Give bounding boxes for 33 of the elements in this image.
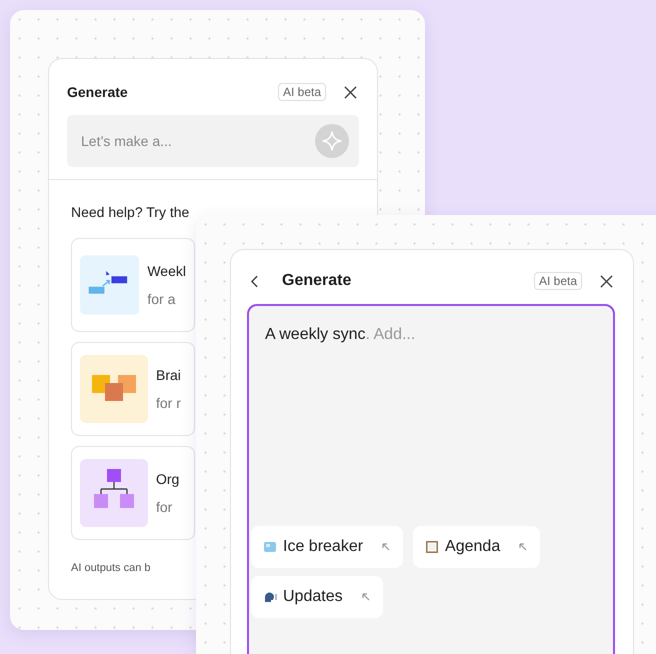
panel-title: Generate [282,272,352,290]
template-card[interactable]: Weekl for a [71,238,195,332]
arrow-icon [518,542,528,552]
beta-badge: AI beta [278,83,326,101]
template-card[interactable]: Org for [71,446,195,540]
panel-title: Generate [67,84,129,100]
clipboard-icon [425,540,440,554]
template-title: Org [156,471,180,487]
prompt-text: A weekly sync [265,326,366,343]
template-description: for [156,499,174,515]
suggestion-chip[interactable]: Ice breaker [251,526,404,568]
suggestion-chip[interactable]: Agenda [413,526,540,568]
arrow-icon [360,592,371,602]
prompt-field[interactable]: Let’s make a... [67,115,359,167]
template-title: Weekl [147,263,186,279]
org-chart-icon [80,459,148,527]
speaking-head-icon [263,590,277,604]
prompt-placeholder: . Add... [365,326,416,343]
back-icon[interactable] [251,274,258,288]
template-card[interactable]: Brai for r [71,342,195,436]
template-description: for r [156,395,181,411]
disclaimer-text: AI outputs can b [71,562,152,574]
beta-badge: AI beta [534,272,582,290]
help-heading: Need help? Try the [71,204,190,220]
sticky-notes-icon [80,355,148,423]
suggestion-chip[interactable]: Updates [251,576,383,618]
template-title: Brai [156,367,181,383]
arrow-icon [381,542,392,552]
prompt-field[interactable]: A weekly sync. Add... Ice breaker Agenda Updates [247,304,615,654]
ice-cube-icon [263,540,277,554]
template-description: for a [147,291,176,307]
close-icon[interactable] [600,274,613,288]
close-icon[interactable] [344,86,357,98]
